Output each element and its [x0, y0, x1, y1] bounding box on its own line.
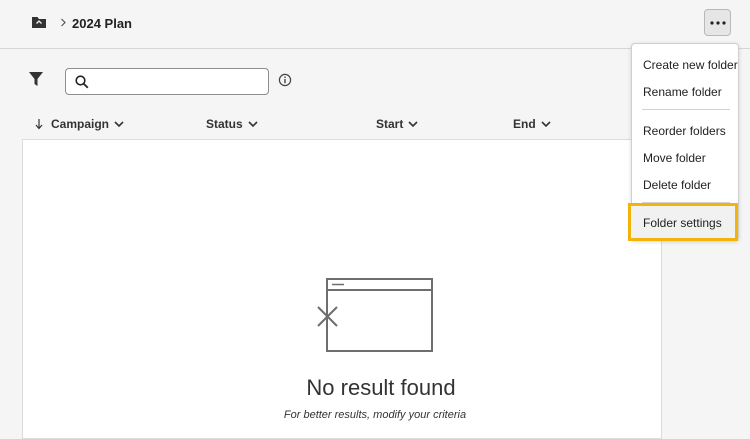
search-field[interactable] — [65, 68, 269, 95]
info-icon[interactable] — [278, 73, 292, 92]
search-input[interactable] — [94, 72, 262, 91]
menu-item-move-folder[interactable]: Move folder — [643, 151, 706, 165]
empty-state-title: No result found — [306, 375, 456, 400]
ellipsis-icon — [710, 21, 726, 25]
column-label: Status — [206, 117, 243, 131]
menu-item-delete-folder[interactable]: Delete folder — [643, 178, 711, 192]
chevron-down-icon — [541, 120, 551, 127]
column-label: Campaign — [51, 117, 110, 131]
column-label: Start — [376, 117, 404, 131]
column-label: End — [513, 117, 536, 131]
more-actions-button[interactable] — [704, 9, 731, 36]
menu-item-label: Folder settings — [643, 216, 722, 230]
search-icon — [75, 75, 89, 89]
column-header-campaign[interactable]: Campaign — [35, 116, 124, 132]
column-header-status[interactable]: Status — [206, 116, 258, 132]
chevron-down-icon — [408, 120, 418, 127]
menu-divider — [642, 109, 730, 110]
sort-descending-icon — [35, 118, 43, 129]
empty-state-subtitle: For better results, modify your criteria — [283, 409, 467, 421]
folder-icon[interactable] — [32, 16, 46, 34]
breadcrumb-current: 2024 Plan — [72, 16, 132, 31]
filter-icon[interactable] — [29, 72, 43, 92]
column-header-end[interactable]: End — [513, 116, 551, 132]
menu-item-folder-settings[interactable]: Folder settings — [628, 203, 738, 241]
chevron-right-icon — [60, 16, 67, 34]
menu-item-reorder-folders[interactable]: Reorder folders — [643, 124, 726, 138]
empty-results-icon — [317, 278, 433, 352]
chevron-down-icon — [248, 120, 258, 127]
menu-item-create-new-folder[interactable]: Create new folder — [643, 58, 738, 72]
column-header-start[interactable]: Start — [376, 116, 418, 132]
chevron-down-icon — [114, 120, 124, 127]
menu-item-rename-folder[interactable]: Rename folder — [643, 85, 722, 99]
top-bar: 2024 Plan — [0, 0, 750, 49]
